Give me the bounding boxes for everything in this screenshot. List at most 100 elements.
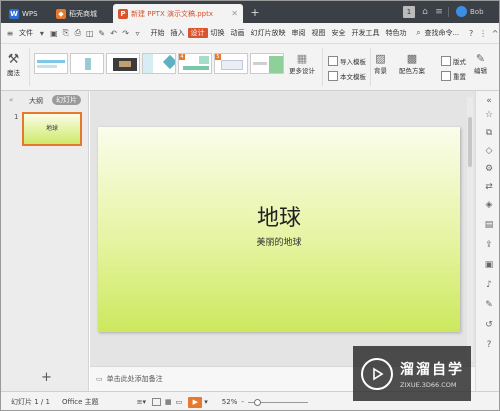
play-options-icon[interactable]: ▾ bbox=[204, 398, 208, 406]
edit-icon[interactable]: ✎ bbox=[483, 299, 495, 311]
settings-icon[interactable]: ⚙ bbox=[483, 163, 495, 175]
scroll-thumb[interactable] bbox=[468, 117, 472, 167]
menu-slideshow[interactable]: 幻灯片放映 bbox=[248, 28, 289, 38]
image-icon[interactable]: ▣ bbox=[483, 259, 495, 271]
slide-subtitle[interactable]: 美丽的地球 bbox=[98, 235, 460, 248]
zoom-slider-thumb[interactable] bbox=[253, 398, 261, 406]
share-icon[interactable]: ⇪ bbox=[483, 239, 495, 251]
layout-button[interactable]: 版式 bbox=[441, 56, 466, 66]
vertical-scrollbar[interactable] bbox=[467, 97, 473, 361]
menu-icon[interactable]: ≡ bbox=[433, 6, 445, 18]
design-template-6[interactable]: 5 bbox=[214, 53, 248, 74]
new-tab-button[interactable]: + bbox=[249, 6, 261, 19]
design-ribbon: ⚒ 魔法 4 5 ▦ 更多设计 导入模板 本文模板 ▨ 背景 ▩ 配色方案 版式… bbox=[1, 44, 499, 91]
menu-animation[interactable]: 动画 bbox=[228, 28, 248, 38]
play-slideshow-button[interactable]: ▶ bbox=[188, 396, 203, 408]
menu-design[interactable]: 设计 bbox=[187, 28, 208, 38]
collapse-icon[interactable]: « bbox=[483, 95, 495, 107]
audio-icon[interactable]: ♪ bbox=[483, 279, 495, 291]
sorter-view-icon[interactable]: ▦ bbox=[165, 398, 172, 406]
menu-features[interactable]: 特色功 bbox=[383, 28, 410, 38]
preview-icon[interactable]: ◫ bbox=[85, 28, 95, 39]
more-designs-label: 更多设计 bbox=[289, 67, 315, 75]
more-designs-button[interactable]: ▦ 更多设计 bbox=[289, 52, 315, 75]
hamburger-icon[interactable]: ≡ bbox=[5, 28, 15, 39]
design-template-3[interactable] bbox=[106, 53, 140, 74]
theme-icon[interactable]: ◈ bbox=[483, 199, 495, 211]
slide-thumbnail[interactable]: 地球 bbox=[22, 112, 82, 146]
reset-button[interactable]: 重置 bbox=[441, 71, 466, 81]
reading-view-icon[interactable]: ▭ bbox=[176, 398, 183, 406]
tab-slides[interactable]: 幻灯片 bbox=[52, 95, 81, 105]
menu-review[interactable]: 审阅 bbox=[289, 28, 309, 38]
copy-icon[interactable]: ⧉ bbox=[483, 127, 495, 139]
undo-icon[interactable]: ↶ bbox=[109, 28, 119, 39]
slide-number: 1 bbox=[14, 113, 19, 121]
layout-icon[interactable]: ▤ bbox=[483, 219, 495, 231]
tab-wps-home[interactable]: W WPS bbox=[4, 4, 48, 23]
slide[interactable]: 地球 美丽的地球 bbox=[98, 127, 460, 332]
magic-label: 魔法 bbox=[7, 69, 20, 77]
customize-icon[interactable]: ▿ bbox=[133, 28, 143, 39]
menu-bar: ≡ 文件 ▾ ▣ ⎘ ⎙ ◫ ✎ ↶ ↷ ▿ 开始 插入 设计 切换 动画 幻灯… bbox=[1, 23, 499, 44]
format-icon[interactable]: ✎ bbox=[97, 28, 107, 39]
redo-icon[interactable]: ↷ bbox=[121, 28, 131, 39]
notification-badge[interactable]: 1 bbox=[403, 6, 415, 18]
title-bar: W WPS ◆ 稻壳商城 P 新建 PPTX 演示文稿.pptx ✕ + 1 ⌂… bbox=[1, 1, 499, 23]
help-icon[interactable]: ? bbox=[466, 28, 476, 39]
slide-title[interactable]: 地球 bbox=[98, 200, 460, 232]
divider bbox=[29, 48, 30, 86]
shape-icon[interactable]: ◇ bbox=[483, 145, 495, 157]
add-slide-button[interactable]: + bbox=[41, 370, 52, 385]
design-template-5[interactable]: 4 bbox=[178, 53, 212, 74]
magic-button[interactable]: ⚒ 魔法 bbox=[7, 52, 20, 77]
design-template-2[interactable] bbox=[70, 53, 104, 74]
zoom-level[interactable]: 52% bbox=[222, 398, 238, 406]
color-scheme-button[interactable]: ▩ 配色方案 bbox=[399, 52, 425, 75]
menu-file[interactable]: 文件 bbox=[16, 28, 36, 38]
menu-home[interactable]: 开始 bbox=[148, 28, 168, 38]
save-icon[interactable]: ▣ bbox=[49, 28, 59, 39]
menu-developer[interactable]: 开发工具 bbox=[349, 28, 383, 38]
collapse-panel-icon[interactable]: « bbox=[9, 96, 13, 104]
skin-icon[interactable]: ⌂ bbox=[419, 6, 431, 18]
transition-icon[interactable]: ⇄ bbox=[483, 181, 495, 193]
print-icon[interactable]: ⎙ bbox=[73, 28, 83, 39]
watermark-name: 溜溜自学 bbox=[400, 361, 464, 378]
import-template-button[interactable]: 导入模板 bbox=[328, 56, 366, 66]
open-icon[interactable]: ⎘ bbox=[61, 28, 71, 39]
history-icon[interactable]: ↺ bbox=[483, 319, 495, 331]
normal-view-icon[interactable] bbox=[152, 398, 162, 406]
close-tab-icon[interactable]: ✕ bbox=[231, 9, 238, 18]
zoom-out-button[interactable]: - bbox=[241, 398, 244, 406]
background-button[interactable]: ▨ 背景 bbox=[374, 52, 387, 75]
reset-icon bbox=[441, 71, 451, 81]
tab-presentation[interactable]: P 新建 PPTX 演示文稿.pptx ✕ bbox=[113, 4, 243, 23]
design-template-4[interactable] bbox=[142, 53, 176, 74]
tab-label: 稻壳商城 bbox=[69, 9, 97, 18]
edit-button[interactable]: ✎ 编辑 bbox=[474, 52, 487, 75]
reset-label: 重置 bbox=[453, 73, 466, 81]
design-template-7[interactable] bbox=[250, 53, 284, 74]
zoom-slider[interactable] bbox=[247, 398, 308, 406]
menu-security[interactable]: 安全 bbox=[329, 28, 349, 38]
menu-view[interactable]: 视图 bbox=[309, 28, 329, 38]
menu-transition[interactable]: 切换 bbox=[208, 28, 228, 38]
design-template-1[interactable] bbox=[34, 53, 68, 74]
star-icon[interactable]: ☆ bbox=[483, 109, 495, 121]
thumbnail-title: 地球 bbox=[45, 125, 58, 132]
tab-docer-store[interactable]: ◆ 稻壳商城 bbox=[51, 4, 109, 23]
avatar[interactable] bbox=[456, 6, 467, 17]
tab-outline[interactable]: 大纲 bbox=[29, 96, 43, 106]
import-icon bbox=[328, 56, 338, 66]
collapse-ribbon-icon[interactable]: ^ bbox=[490, 28, 499, 39]
command-search[interactable]: 查找命令... bbox=[424, 28, 462, 38]
text-template-button[interactable]: 本文模板 bbox=[328, 71, 366, 81]
help-icon[interactable]: ? bbox=[483, 339, 495, 351]
menu-insert[interactable]: 插入 bbox=[168, 28, 188, 38]
search-icon[interactable]: ⌕ bbox=[414, 28, 424, 39]
more-icon[interactable]: ⋮ bbox=[478, 28, 488, 39]
edit-label: 编辑 bbox=[474, 67, 487, 75]
comments-icon[interactable]: ≡▾ bbox=[137, 398, 146, 406]
user-name[interactable]: Bob bbox=[470, 8, 484, 16]
